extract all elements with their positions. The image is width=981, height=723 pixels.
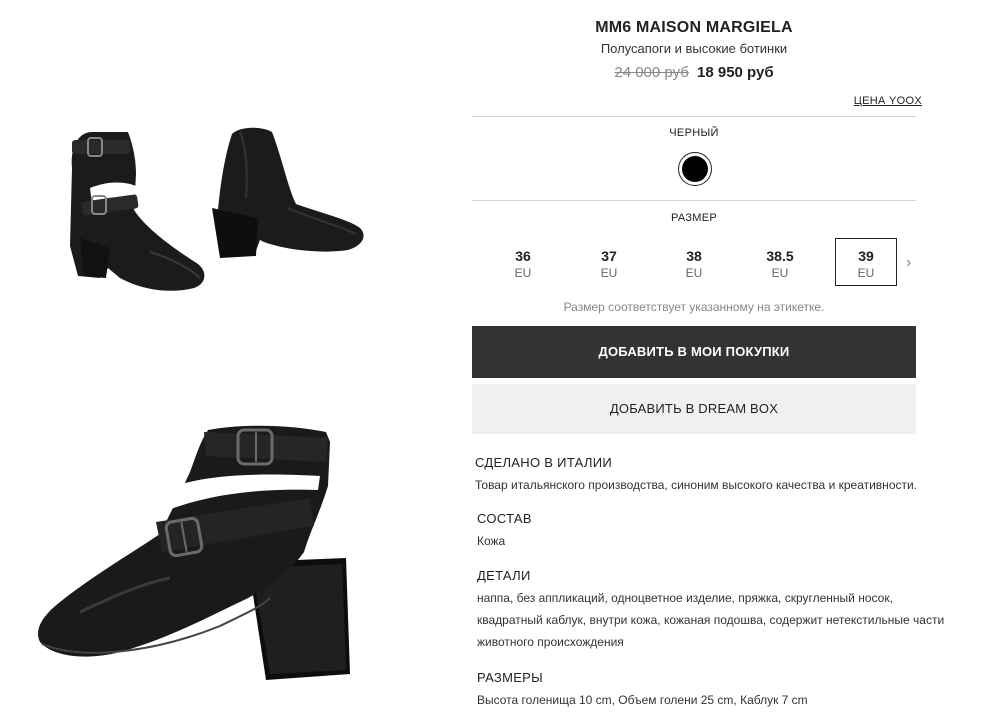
color-swatch-black[interactable]: [678, 152, 712, 186]
size-option-38-5[interactable]: 38.5 EU: [749, 238, 811, 286]
color-label: ЧЕРНЫЙ: [669, 127, 719, 139]
size-unit: EU: [600, 266, 618, 280]
price-block: 24 000 руб 18 950 руб: [472, 64, 916, 81]
swatch-fill: [682, 156, 708, 182]
add-to-cart-button[interactable]: ДОБАВИТЬ В МОИ ПОКУПКИ: [472, 326, 916, 378]
size-value: 38.5: [766, 248, 794, 264]
boots-pair-illustration: [70, 127, 364, 291]
price-new: 18 950 руб: [697, 64, 774, 81]
size-unit: EU: [771, 266, 789, 280]
boot-side-illustration: [38, 425, 350, 680]
product-image-pair[interactable]: [50, 118, 380, 298]
detail-title: СОСТАВ: [477, 511, 532, 526]
size-value: 37: [601, 248, 617, 264]
detail-text: Высота голенища 10 cm, Объем голени 25 c…: [477, 693, 808, 707]
boot-left: [70, 132, 205, 291]
detail-details: ДЕТАЛИ наппа, без аппликаций, одноцветно…: [477, 568, 957, 653]
detail-made-in: СДЕЛАНО В ИТАЛИИ Товар итальянского прои…: [475, 455, 975, 496]
detail-text: наппа, без аппликаций, одноцветное издел…: [477, 591, 945, 649]
add-to-dream-box-button[interactable]: ДОБАВИТЬ В DREAM BOX: [472, 384, 916, 434]
size-value: 39: [858, 248, 874, 264]
size-fit-note: Размер соответствует указанному на этике…: [563, 300, 825, 314]
size-selector: 36 EU 37 EU 38 EU 38.5 EU 39 EU: [492, 238, 912, 286]
divider: [472, 200, 916, 201]
detail-title: ДЕТАЛИ: [477, 568, 531, 583]
product-image-main[interactable]: [20, 402, 370, 682]
product-category: Полусапоги и высокие ботинки: [600, 41, 788, 56]
boot-right: [212, 127, 364, 258]
yoox-price-link[interactable]: ЦЕНА YOOX: [854, 95, 922, 107]
size-unit: EU: [857, 266, 875, 280]
size-value: 38: [686, 248, 702, 264]
size-unit: EU: [514, 266, 532, 280]
size-option-39[interactable]: 39 EU: [835, 238, 897, 286]
brand-name[interactable]: MM6 MAISON MARGIELA: [472, 19, 916, 37]
product-gallery: [0, 0, 420, 723]
size-option-37[interactable]: 37 EU: [578, 238, 640, 286]
size-option-36[interactable]: 36 EU: [492, 238, 554, 286]
detail-text: Кожа: [477, 534, 506, 548]
size-option-38[interactable]: 38 EU: [663, 238, 725, 286]
size-value: 36: [515, 248, 531, 264]
detail-sizes: РАЗМЕРЫ Высота голенища 10 cm, Объем гол…: [477, 670, 977, 711]
chevron-right-icon[interactable]: ›: [906, 254, 911, 272]
detail-title: СДЕЛАНО В ИТАЛИИ: [475, 455, 613, 470]
size-unit: EU: [685, 266, 703, 280]
price-old: 24 000 руб: [614, 64, 689, 81]
detail-title: РАЗМЕРЫ: [477, 670, 543, 685]
size-label: РАЗМЕР: [670, 212, 718, 224]
divider: [472, 116, 916, 117]
detail-composition: СОСТАВ Кожа: [477, 511, 977, 552]
detail-text: Товар итальянского производства, синоним…: [475, 478, 918, 492]
